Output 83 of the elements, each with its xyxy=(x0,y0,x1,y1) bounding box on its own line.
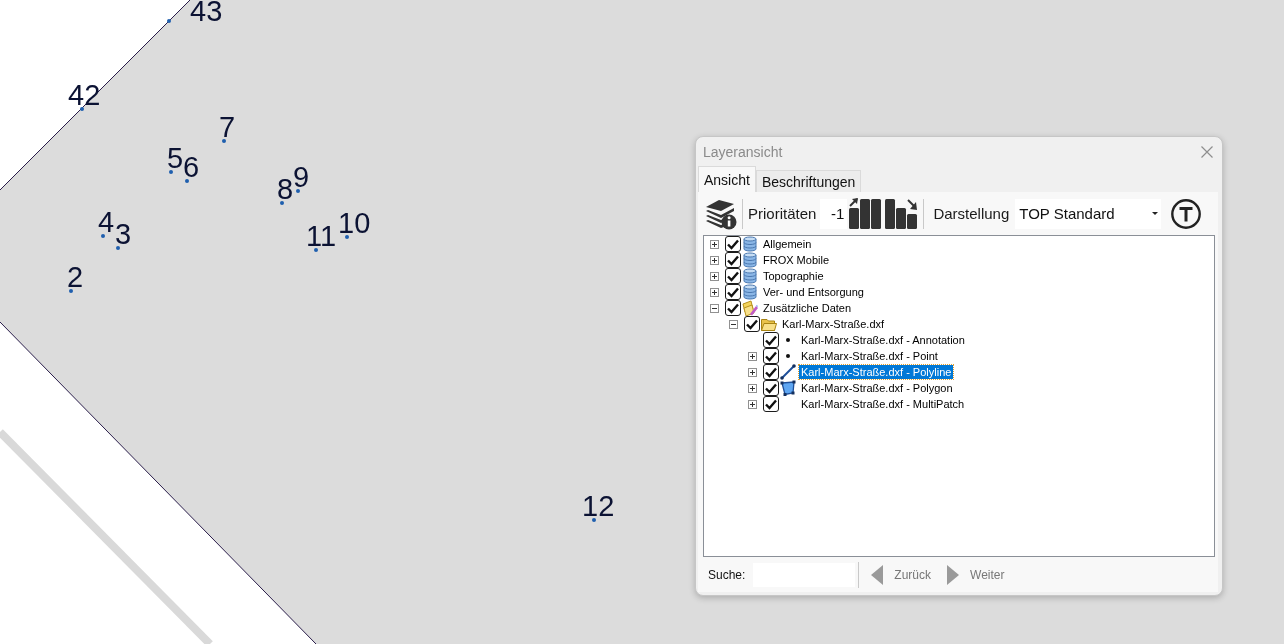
point-label: 4 xyxy=(98,211,115,233)
point-marker xyxy=(169,170,173,174)
point-label: 5 xyxy=(167,147,184,169)
expand-icon[interactable] xyxy=(710,239,719,249)
point-marker xyxy=(592,518,596,522)
expand-icon[interactable] xyxy=(710,271,719,281)
point-marker xyxy=(314,248,318,252)
expand-icon[interactable] xyxy=(748,383,757,393)
checkbox[interactable] xyxy=(725,300,741,316)
point-label: 12 xyxy=(582,495,615,517)
caret-icon xyxy=(1152,212,1159,215)
tree-item[interactable]: Topographie xyxy=(761,269,826,283)
database-icon xyxy=(743,284,757,300)
point-label: 42 xyxy=(68,84,101,106)
point-label: 3 xyxy=(115,223,132,245)
collapse-icon[interactable] xyxy=(729,319,738,329)
checkbox[interactable] xyxy=(744,316,760,332)
point-marker xyxy=(280,201,284,205)
point-label: 8 xyxy=(277,178,294,200)
expand-icon[interactable] xyxy=(748,351,757,361)
point-marker xyxy=(185,179,189,183)
point-marker xyxy=(116,246,120,250)
checkbox[interactable] xyxy=(763,380,779,396)
checkbox[interactable] xyxy=(763,332,779,348)
circled-t-icon[interactable] xyxy=(1171,198,1202,229)
point-marker xyxy=(80,107,84,111)
tree-item[interactable]: Karl-Marx-Straße.dxf xyxy=(780,317,887,331)
collapse-icon[interactable] xyxy=(710,303,719,313)
checkbox[interactable] xyxy=(725,284,741,300)
point-marker xyxy=(167,19,171,23)
folder-icon xyxy=(761,317,777,331)
expand-icon[interactable] xyxy=(748,367,757,377)
expand-icon[interactable] xyxy=(710,255,719,265)
tab[interactable]: Ansicht xyxy=(698,166,756,192)
tree-item[interactable]: Karl-Marx-Straße.dxf - Annotation xyxy=(799,333,967,347)
point-label: 43 xyxy=(190,0,223,22)
tree-item[interactable]: Karl-Marx-Straße.dxf - Polygon xyxy=(799,381,955,395)
left-triangle-icon xyxy=(871,564,884,585)
point-marker xyxy=(296,189,300,193)
expand-icon[interactable] xyxy=(710,287,719,297)
polygon-icon xyxy=(780,380,796,396)
bars-up-arrow-icon[interactable] xyxy=(849,198,883,229)
point-icon xyxy=(786,338,790,342)
display-label: Darstellung xyxy=(933,205,1010,222)
point-marker xyxy=(345,235,349,239)
checkbox[interactable] xyxy=(725,252,741,268)
tree-item[interactable]: Karl-Marx-Straße.dxf - Polyline xyxy=(799,365,954,379)
expand-icon[interactable] xyxy=(748,399,757,409)
tree-item[interactable]: Karl-Marx-Straße.dxf - Point xyxy=(799,349,940,363)
display-dropdown[interactable]: TOP Standard xyxy=(1015,198,1162,229)
checkbox[interactable] xyxy=(763,364,779,380)
point-marker xyxy=(69,289,73,293)
tab[interactable]: Beschriftungen xyxy=(755,170,862,192)
point-label: 2 xyxy=(67,266,84,288)
point-icon xyxy=(786,354,790,358)
point-marker xyxy=(222,139,226,143)
right-triangle-icon xyxy=(947,564,960,585)
tree-item[interactable]: Ver- und Entsorgung xyxy=(761,285,866,299)
checkbox[interactable] xyxy=(763,348,779,364)
database-icon xyxy=(743,268,757,284)
bars-down-arrow-icon[interactable] xyxy=(885,198,919,229)
point-label: 9 xyxy=(293,166,310,188)
pencil-sheet-icon xyxy=(742,300,758,316)
point-label: 7 xyxy=(219,116,236,138)
window-title: Layeransicht xyxy=(703,143,783,160)
line-icon xyxy=(780,364,796,380)
tree-item[interactable]: Karl-Marx-Straße.dxf - MultiPatch xyxy=(799,397,967,411)
close-icon[interactable] xyxy=(1201,145,1213,158)
point-label: 10 xyxy=(338,212,371,234)
tree-item[interactable]: FROX Mobile xyxy=(761,253,832,267)
checkbox[interactable] xyxy=(763,396,779,412)
checkbox[interactable] xyxy=(725,268,741,284)
point-marker xyxy=(101,234,105,238)
tree-item[interactable]: Zusätzliche Daten xyxy=(761,301,854,315)
point-label: 6 xyxy=(183,156,200,178)
checkbox[interactable] xyxy=(725,236,741,252)
priority-field[interactable]: -1 xyxy=(820,198,848,229)
database-icon xyxy=(743,252,757,268)
search-label: Suche: xyxy=(708,567,746,582)
database-icon xyxy=(743,236,757,252)
priority-label: Prioritäten xyxy=(748,205,817,222)
tree-item[interactable]: Allgemein xyxy=(761,237,814,251)
point-label: 11 xyxy=(306,225,337,247)
